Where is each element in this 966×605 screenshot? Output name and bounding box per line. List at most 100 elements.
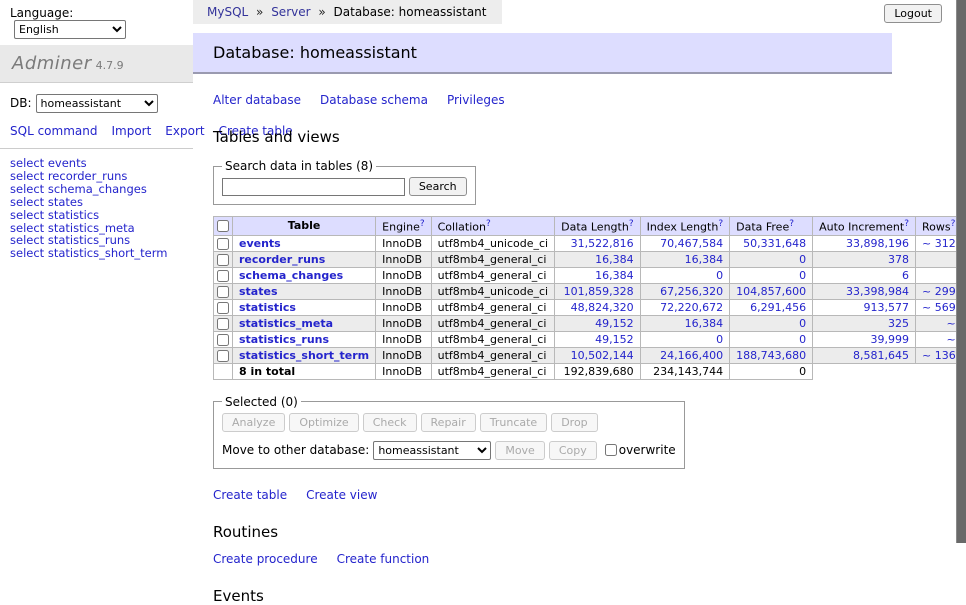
data-free-cell: 0 <box>730 315 813 331</box>
table-link-events[interactable]: events <box>239 237 281 250</box>
data-length-cell: 101,859,328 <box>555 283 640 299</box>
drop-button[interactable]: Drop <box>551 413 597 432</box>
table-link-schema-changes[interactable]: schema_changes <box>239 269 343 282</box>
breadcrumb-link-server[interactable]: Server <box>271 5 310 19</box>
help-link-collation[interactable]: ? <box>486 219 491 229</box>
sidebar-action-sql-command[interactable]: SQL command <box>10 124 97 138</box>
db-action-database-schema[interactable]: Database schema <box>320 93 428 107</box>
index-length-cell: 0 <box>640 267 730 283</box>
index-length-cell: 72,220,672 <box>640 299 730 315</box>
index-length-cell: 70,467,584 <box>640 235 730 251</box>
move-database-select[interactable]: homeassistant <box>373 441 491 460</box>
engine-cell: InnoDB <box>376 251 431 267</box>
table-link-states[interactable]: states <box>239 285 278 298</box>
table-link-statistics-short-term[interactable]: statistics_short_term <box>239 349 369 362</box>
collation-cell: utf8mb4_general_ci <box>431 299 554 315</box>
analyze-button[interactable]: Analyze <box>222 413 285 432</box>
app-title-bar: Adminer 4.7.9 <box>0 45 193 83</box>
sidebar: Language:English Adminer4.7.9 DB:homeass… <box>0 0 193 543</box>
tables-section-title: Tables and views <box>213 128 956 146</box>
help-link-data-free[interactable]: ? <box>789 219 794 229</box>
auto-increment-cell: 39,999 <box>813 331 916 347</box>
move-button[interactable]: Move <box>495 441 545 460</box>
create-links: Create table Create view <box>213 488 956 502</box>
repair-button[interactable]: Repair <box>421 413 476 432</box>
row-checkbox-statistics[interactable] <box>217 302 229 314</box>
auto-increment-cell: 33,898,196 <box>813 235 916 251</box>
sidebar-link-select-statistics-short-term[interactable]: select statistics_short_term <box>10 247 193 260</box>
engine-cell: InnoDB <box>376 235 431 251</box>
row-checkbox-events[interactable] <box>217 238 229 250</box>
language-select[interactable]: English <box>14 20 126 39</box>
table-link-statistics-meta[interactable]: statistics_meta <box>239 317 333 330</box>
app-version: 4.7.9 <box>96 59 124 72</box>
table-link-recorder-runs[interactable]: recorder_runs <box>239 253 325 266</box>
data-length-cell: 31,522,816 <box>555 235 640 251</box>
selected-action-buttons: AnalyzeOptimize CheckRepairTruncateDrop <box>222 413 676 432</box>
data-free-cell: 50,331,648 <box>730 235 813 251</box>
column-header-auto-increment: Auto Increment? <box>813 217 916 236</box>
select-all-checkbox[interactable] <box>217 220 229 232</box>
help-link-index-length[interactable]: ? <box>718 219 723 229</box>
table-row-statistics-meta: statistics_metaInnoDButf8mb4_general_ci4… <box>214 315 966 331</box>
data-free-cell: 0 <box>730 251 813 267</box>
table-row-statistics-runs: statistics_runsInnoDButf8mb4_general_ci4… <box>214 331 966 347</box>
table-link-statistics-runs[interactable]: statistics_runs <box>239 333 329 346</box>
breadcrumb-link-mysql[interactable]: MySQL <box>207 5 248 19</box>
table-row-recorder-runs: recorder_runsInnoDButf8mb4_general_ci16,… <box>214 251 966 267</box>
row-checkbox-states[interactable] <box>217 286 229 298</box>
help-link-auto-increment[interactable]: ? <box>904 219 909 229</box>
breadcrumb-current: Database: homeassistant <box>334 5 487 19</box>
row-checkbox-recorder-runs[interactable] <box>217 254 229 266</box>
optimize-button[interactable]: Optimize <box>289 413 358 432</box>
index-length-cell: 24,166,400 <box>640 347 730 363</box>
routines-link-create-procedure[interactable]: Create procedure <box>213 552 318 566</box>
copy-button[interactable]: Copy <box>549 441 597 460</box>
routines-link-create-function[interactable]: Create function <box>337 552 430 566</box>
sidebar-link-select-states[interactable]: select states <box>10 196 193 209</box>
db-select[interactable]: homeassistant <box>36 94 158 113</box>
help-link-engine[interactable]: ? <box>420 219 425 229</box>
search-input[interactable] <box>222 178 405 196</box>
truncate-button[interactable]: Truncate <box>480 413 547 432</box>
bottom-link-create-table[interactable]: Create table <box>213 488 287 502</box>
check-button[interactable]: Check <box>363 413 417 432</box>
selected-fieldset: Selected (0) AnalyzeOptimizeCheckRepairT… <box>213 395 685 469</box>
help-link-rows[interactable]: ? <box>951 219 956 229</box>
sidebar-link-select-events[interactable]: select events <box>10 157 193 170</box>
engine-cell: InnoDB <box>376 283 431 299</box>
row-checkbox-statistics-runs[interactable] <box>217 334 229 346</box>
main-content: MySQL » Server » Database: homeassistant… <box>193 0 956 543</box>
routines-links: Create procedure Create function <box>213 552 956 566</box>
sidebar-link-select-schema-changes[interactable]: select schema_changes <box>10 183 193 196</box>
data-free-cell: 188,743,680 <box>730 347 813 363</box>
table-total-row: 8 in totalInnoDButf8mb4_general_ci192,83… <box>214 363 966 379</box>
help-link-data-length[interactable]: ? <box>629 219 634 229</box>
row-checkbox-schema-changes[interactable] <box>217 270 229 282</box>
app-name: Adminer <box>12 53 92 74</box>
overwrite-label: overwrite <box>619 443 676 457</box>
row-checkbox-statistics-meta[interactable] <box>217 318 229 330</box>
db-action-alter-database[interactable]: Alter database <box>213 93 301 107</box>
data-free-cell: 104,857,600 <box>730 283 813 299</box>
sidebar-link-select-recorder-runs[interactable]: select recorder_runs <box>10 170 193 183</box>
overwrite-checkbox[interactable] <box>605 444 617 456</box>
collation-cell: utf8mb4_general_ci <box>431 251 554 267</box>
bottom-link-create-view[interactable]: Create view <box>306 488 377 502</box>
table-link-statistics[interactable]: statistics <box>239 301 296 314</box>
total-cell: 8 in total <box>233 363 376 379</box>
data-length-cell: 49,152 <box>555 315 640 331</box>
row-checkbox-statistics-short-term[interactable] <box>217 350 229 362</box>
total-cell: InnoDB <box>376 363 431 379</box>
data-free-cell: 0 <box>730 331 813 347</box>
vertical-scrollbar[interactable] <box>956 0 966 543</box>
db-action-privileges[interactable]: Privileges <box>447 93 505 107</box>
move-label: Move to other database: <box>222 443 369 457</box>
sidebar-action-import[interactable]: Import <box>111 124 151 138</box>
data-length-cell: 16,384 <box>555 267 640 283</box>
logout-button[interactable]: Logout <box>884 4 942 23</box>
sidebar-actions: SQL commandImportExportCreate table <box>0 115 193 149</box>
sidebar-link-select-statistics[interactable]: select statistics <box>10 209 193 222</box>
search-button[interactable]: Search <box>409 177 467 196</box>
auto-increment-cell: 8,581,645 <box>813 347 916 363</box>
